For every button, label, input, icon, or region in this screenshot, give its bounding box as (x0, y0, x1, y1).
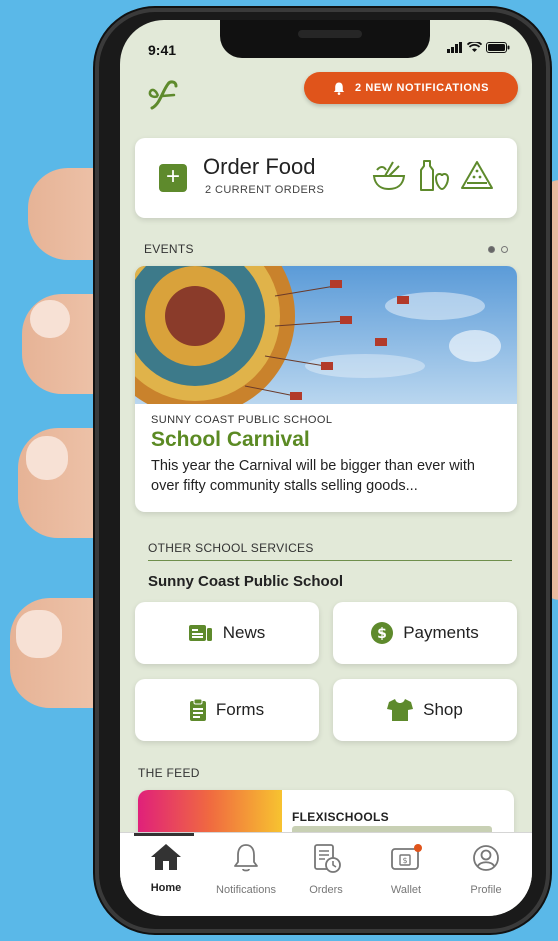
status-time: 9:41 (148, 42, 177, 58)
events-section-label: EVENTS (144, 242, 194, 256)
shop-label: Shop (423, 700, 463, 719)
notifications-button[interactable]: 2 NEW NOTIFICATIONS (304, 72, 518, 104)
order-food-title: Order Food (203, 154, 316, 179)
fingernail (26, 436, 68, 480)
phone-screen: 9:41 2 NEW NOTIFICATIONS + Order Food 2 … (120, 20, 532, 916)
bell-icon (234, 844, 258, 872)
wifi-icon (467, 42, 482, 52)
fingernail (30, 300, 70, 338)
wallet-icon: $ (391, 844, 422, 870)
services-section-label: OTHER SCHOOL SERVICES (148, 541, 314, 555)
notch (220, 20, 430, 58)
fingernail (16, 610, 62, 658)
forms-label: Forms (215, 700, 265, 719)
tab-wallet[interactable]: $ Wallet (365, 843, 447, 896)
bowl-icon (372, 161, 406, 191)
payments-label: Payments (403, 623, 479, 642)
section-divider (148, 560, 512, 561)
tab-wallet-label: Wallet (390, 884, 422, 896)
shop-button[interactable]: Shop (333, 679, 517, 741)
plus-icon: + (159, 164, 187, 192)
carousel-indicator[interactable] (488, 246, 508, 253)
orders-icon (314, 844, 341, 873)
svg-text:$: $ (402, 856, 407, 865)
svg-text:$: $ (377, 626, 387, 642)
tab-home-label: Home (150, 882, 182, 894)
tshirt-icon (387, 699, 414, 721)
event-title: School Carnival (151, 428, 310, 451)
battery-icon (486, 42, 510, 53)
feed-source: FLEXISCHOOLS (292, 810, 389, 824)
current-orders-count: 2 CURRENT ORDERS (205, 184, 325, 196)
home-icon (151, 844, 181, 870)
tab-profile[interactable]: Profile (445, 843, 527, 896)
feed-section-label: THE FEED (138, 766, 200, 780)
clipboard-icon (189, 699, 206, 721)
tab-bar: Home Notifications Orders $ Wallet Profi… (120, 832, 532, 916)
tab-notifications[interactable]: Notifications (205, 843, 287, 896)
tab-profile-label: Profile (470, 884, 502, 896)
carousel-dot-active[interactable] (488, 246, 495, 253)
news-button[interactable]: News (135, 602, 319, 664)
event-description: This year the Carnival will be bigger th… (151, 458, 475, 494)
event-school-name: SUNNY COAST PUBLIC SCHOOL (151, 414, 333, 426)
payments-button[interactable]: $ Payments (333, 602, 517, 664)
speaker (298, 30, 362, 38)
profile-icon (473, 845, 499, 871)
news-label: News (222, 623, 266, 642)
notifications-button-label: 2 NEW NOTIFICATIONS (354, 82, 490, 94)
food-icons (371, 158, 495, 194)
tab-orders-label: Orders (309, 884, 343, 896)
bottle-apple-icon (420, 160, 450, 191)
status-icons (447, 42, 510, 53)
tab-orders[interactable]: Orders (285, 843, 367, 896)
tab-home[interactable]: Home (125, 843, 207, 894)
carousel-dot[interactable] (501, 246, 508, 253)
active-tab-indicator (134, 833, 194, 836)
order-food-card[interactable]: + Order Food 2 CURRENT ORDERS (135, 138, 517, 218)
watermelon-icon (461, 161, 493, 189)
event-card[interactable]: SUNNY COAST PUBLIC SCHOOL School Carniva… (135, 266, 517, 512)
services-school-name: Sunny Coast Public School (148, 573, 344, 590)
flexischools-logo-icon[interactable] (146, 78, 182, 114)
bell-icon (333, 82, 345, 95)
carnival-swing-ride-image (135, 266, 517, 404)
forms-button[interactable]: Forms (135, 679, 319, 741)
dollar-icon: $ (371, 622, 394, 644)
tab-notifications-label: Notifications (216, 884, 276, 896)
signal-icon (447, 42, 462, 53)
news-icon (188, 625, 212, 641)
